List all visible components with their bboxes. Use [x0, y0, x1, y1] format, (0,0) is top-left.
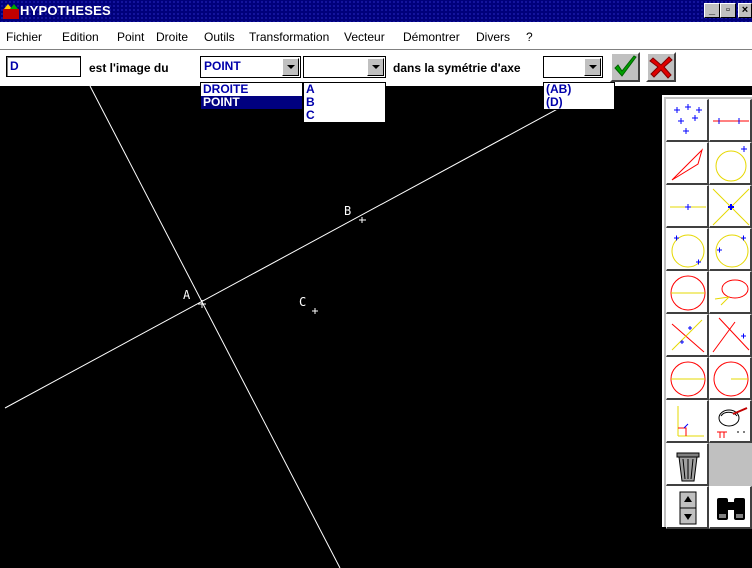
menu-outils[interactable]: Outils [204, 30, 235, 44]
image-of-label: est l'image du [89, 61, 169, 75]
circle-chord-tool-button[interactable] [666, 357, 709, 400]
midpoint-tool-button[interactable] [666, 185, 709, 228]
image-name-input[interactable]: D [6, 56, 81, 77]
dropdown-option-a[interactable]: A [304, 83, 385, 96]
point-b-marker[interactable] [359, 217, 366, 223]
circle-point-tool-button[interactable] [709, 228, 752, 271]
point-a-label: A [183, 288, 191, 302]
ellipse-tool-button[interactable] [709, 271, 752, 314]
menu-demontrer[interactable]: Démontrer [403, 30, 460, 44]
circle-radius-tool-icon [713, 361, 749, 397]
intersection-tool-icon [712, 188, 750, 226]
measure-tool-icon [717, 407, 748, 438]
ellipse-tool-icon [714, 279, 749, 306]
maximize-button[interactable]: ▫ [720, 3, 736, 18]
dropdown-option-point[interactable]: POINT [201, 96, 302, 109]
trash-icon [676, 452, 700, 482]
right-angle-tool-icon [677, 406, 704, 437]
scroll-button[interactable] [666, 486, 709, 529]
circle-tool-icon [715, 146, 747, 182]
right-angle-tool-button[interactable] [666, 400, 709, 443]
menu-transformation[interactable]: Transformation [249, 30, 329, 44]
circle-diameter-tool-icon [670, 275, 706, 311]
object-type-select[interactable]: POINT [200, 56, 301, 78]
check-icon [614, 55, 637, 77]
axis-dropdown: (AB) (D) [543, 82, 615, 110]
line-ab[interactable] [4, 86, 601, 409]
circle-points-tool-icon [671, 234, 705, 268]
point-on-line-tool-icon [713, 118, 749, 124]
circle-chord-tool-icon [670, 361, 706, 397]
point-c-marker[interactable] [312, 308, 318, 314]
point-c-label: C [299, 295, 307, 309]
chevron-down-icon[interactable] [367, 58, 384, 76]
app-icon [3, 4, 19, 19]
symmetry-axis-label: dans la symétrie d'axe [393, 61, 521, 75]
cross-lines-tool-button[interactable] [709, 314, 752, 357]
search-button[interactable] [709, 486, 752, 529]
dropdown-option-b[interactable]: B [304, 96, 385, 109]
circle-tool-button[interactable] [709, 142, 752, 185]
object-type-dropdown: DROITE POINT [200, 82, 303, 110]
menu-edition[interactable]: Edition [62, 30, 99, 44]
menu-bar: Fichier Edition Point Droite Outils Tran… [0, 22, 752, 50]
bisector-tool-icon [671, 319, 705, 353]
title-bar: HYPOTHESES _ ▫ × [0, 0, 752, 22]
bisector-tool-button[interactable] [666, 314, 709, 357]
object-name-dropdown: A B C [303, 82, 386, 123]
object-type-value: POINT [204, 59, 241, 73]
triangle-tool-button[interactable] [666, 142, 709, 185]
circle-diameter-tool-button[interactable] [666, 271, 709, 314]
validate-button[interactable] [610, 52, 640, 82]
triangle-tool-icon [671, 148, 704, 181]
window-title: HYPOTHESES [20, 3, 111, 18]
menu-help[interactable]: ? [526, 30, 533, 44]
menu-droite[interactable]: Droite [156, 30, 188, 44]
dropdown-option-c[interactable]: C [304, 109, 385, 122]
dropdown-option-d[interactable]: (D) [544, 96, 614, 109]
circle-point-tool-icon [715, 234, 749, 268]
circle-points-tool-button[interactable] [666, 228, 709, 271]
chevron-down-icon[interactable] [584, 58, 601, 76]
minimize-button[interactable]: _ [704, 3, 720, 18]
statement-toolbar: D est l'image du POINT dans la symétrie … [0, 50, 752, 86]
menu-vecteur[interactable]: Vecteur [344, 30, 385, 44]
measure-tool-button[interactable] [709, 400, 752, 443]
chevron-down-icon[interactable] [282, 58, 299, 76]
tool-palette [662, 95, 752, 529]
circle-radius-tool-button[interactable] [709, 357, 752, 400]
midpoint-tool-icon [670, 204, 706, 210]
cross-icon [649, 56, 673, 79]
close-button[interactable]: × [738, 3, 752, 18]
object-name-select[interactable] [303, 56, 386, 78]
scroll-icon [679, 491, 697, 525]
point-b-label: B [344, 204, 352, 218]
cross-lines-tool-icon [712, 317, 750, 353]
points-tool-button[interactable] [666, 99, 709, 142]
cancel-button[interactable] [646, 52, 676, 82]
trash-button[interactable] [666, 443, 709, 486]
line-d[interactable] [89, 86, 341, 568]
geometry-figure [4, 86, 601, 568]
point-on-line-tool-button[interactable] [709, 99, 752, 142]
axis-select[interactable] [543, 56, 603, 78]
menu-divers[interactable]: Divers [476, 30, 510, 44]
drawing-canvas[interactable]: A B C [0, 86, 752, 568]
points-tool-icon [674, 104, 702, 134]
menu-point[interactable]: Point [117, 30, 144, 44]
intersection-tool-button[interactable] [709, 185, 752, 228]
menu-fichier[interactable]: Fichier [6, 30, 42, 44]
binoculars-icon [717, 498, 745, 520]
